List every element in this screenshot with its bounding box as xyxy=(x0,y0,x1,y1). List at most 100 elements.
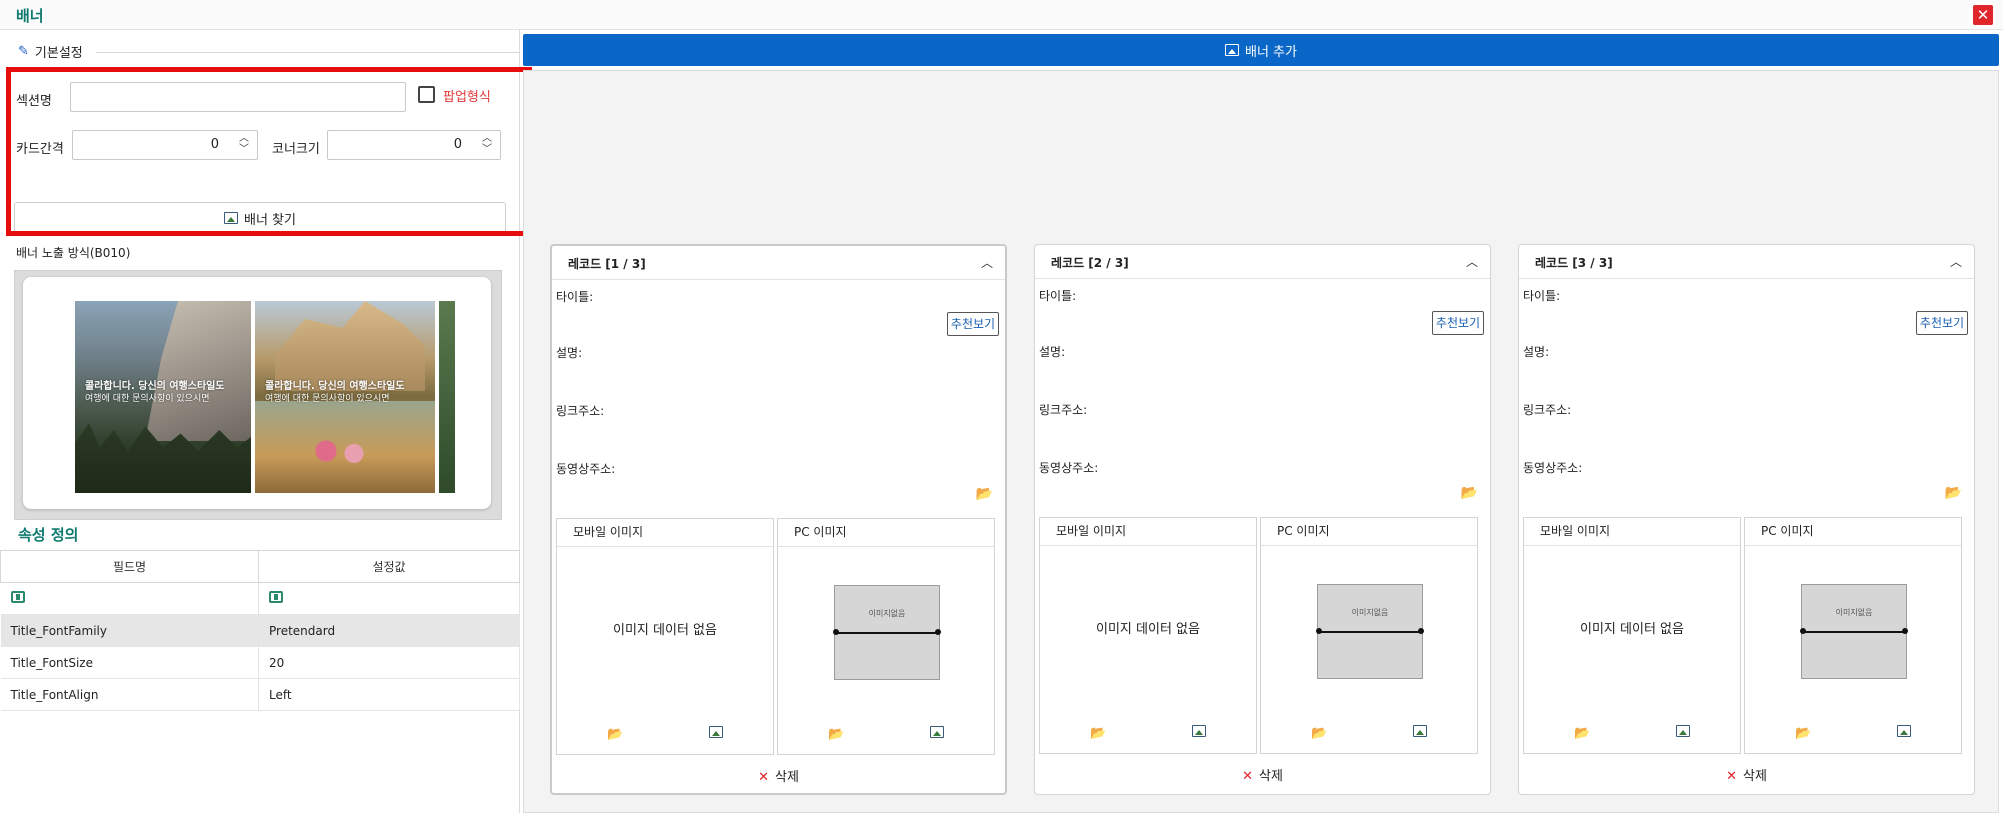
properties-title: 속성 정의 xyxy=(18,526,79,544)
add-banner-button[interactable]: 배너 추가 xyxy=(523,34,1999,66)
record-title: 레코드 [3 / 3] xyxy=(1535,256,1613,270)
preview-card: 콜라합니다. 당신의 여행스타일도 여행에 대한 문의사항이 있으시면 콜라합니… xyxy=(23,277,491,509)
slide2-people xyxy=(305,431,375,481)
mobile-image-box: 모바일 이미지 이미지 데이터 없음 📂 xyxy=(556,518,774,755)
folder-icon[interactable]: 📂 xyxy=(1311,726,1327,741)
record-card-2: 레코드 [2 / 3] ︿ 타이틀: 추천보기 설명: 링크주소: 동영상주소:… xyxy=(1034,244,1491,795)
basic-settings-legend: ✎ 기본설정 xyxy=(18,42,89,61)
image-icon[interactable] xyxy=(1676,725,1690,741)
legend-divider xyxy=(96,52,520,53)
delete-x-icon: ✕ xyxy=(1726,769,1737,784)
highlight-box xyxy=(6,67,532,236)
placeholder-text: 이미지없음 xyxy=(1835,608,1873,617)
desc-label: 설명: xyxy=(1039,345,1066,359)
folder-share-icon[interactable]: 📂 xyxy=(976,486,993,502)
record-card-1: 레코드 [1 / 3] ︿ 타이틀: 추천보기 설명: 링크주소: 동영상주소:… xyxy=(550,244,1007,795)
setting-value-header: 설정값 xyxy=(258,550,520,583)
field-name-cell: Title_FontAlign xyxy=(0,678,259,711)
folder-icon[interactable]: 📂 xyxy=(1574,726,1590,741)
folder-icon[interactable]: 📂 xyxy=(1090,726,1106,741)
recommend-button[interactable]: 추천보기 xyxy=(947,312,999,336)
mobile-image-header: 모바일 이미지 xyxy=(557,519,773,547)
record-header[interactable]: 레코드 [2 / 3] ︿ xyxy=(1035,245,1490,279)
add-banner-label: 배너 추가 xyxy=(1245,44,1297,60)
slide2-text: 콜라합니다. 당신의 여행스타일도 여행에 대한 문의사항이 있으시면 xyxy=(265,381,405,404)
link-label: 링크주소: xyxy=(1039,403,1088,417)
folder-share-icon[interactable]: 📂 xyxy=(1945,485,1962,501)
value-cell[interactable]: Left xyxy=(258,678,520,711)
placeholder-text: 이미지없음 xyxy=(868,609,906,618)
desc-label: 설명: xyxy=(1523,345,1550,359)
image-placeholder: 이미지없음 xyxy=(1316,584,1424,679)
record-card-3: 레코드 [3 / 3] ︿ 타이틀: 추천보기 설명: 링크주소: 동영상주소:… xyxy=(1518,244,1975,795)
image-icon[interactable] xyxy=(709,726,723,742)
pc-image-box: PC 이미지 이미지없음 📂 xyxy=(1744,517,1962,754)
window-title: 배너 xyxy=(16,7,44,25)
delete-button[interactable]: ✕ 삭제 xyxy=(1519,765,1974,784)
folder-icon[interactable]: 📂 xyxy=(1795,726,1811,741)
delete-button[interactable]: ✕ 삭제 xyxy=(1035,765,1490,784)
table-row[interactable]: Title_FontAlign Left xyxy=(0,678,520,711)
filter-icon[interactable] xyxy=(269,591,283,603)
pc-image-header: PC 이미지 xyxy=(1745,518,1961,546)
record-title: 레코드 [1 / 3] xyxy=(568,257,646,271)
pencil-icon: ✎ xyxy=(18,44,29,59)
basic-settings-label: 기본설정 xyxy=(34,46,83,61)
video-label: 동영상주소: xyxy=(1039,461,1099,475)
slide2-cliff xyxy=(275,301,425,391)
mobile-image-box: 모바일 이미지 이미지 데이터 없음 📂 xyxy=(1039,517,1257,754)
folder-share-icon[interactable]: 📂 xyxy=(1461,485,1478,501)
field-name-cell: Title_FontFamily xyxy=(0,614,259,647)
link-label: 링크주소: xyxy=(556,404,605,418)
field-name-header: 필드명 xyxy=(0,550,259,583)
table-row[interactable]: Title_FontFamily Pretendard xyxy=(0,614,520,647)
recommend-button[interactable]: 추천보기 xyxy=(1916,311,1968,335)
close-button[interactable]: ✕ xyxy=(1973,5,1993,25)
preview-slide-2: 콜라합니다. 당신의 여행스타일도 여행에 대한 문의사항이 있으시면 xyxy=(255,301,435,493)
desc-label: 설명: xyxy=(556,346,583,360)
video-label: 동영상주소: xyxy=(1523,461,1583,475)
mobile-image-header: 모바일 이미지 xyxy=(1524,518,1740,546)
value-cell[interactable]: 20 xyxy=(258,646,520,679)
image-icon[interactable] xyxy=(1897,725,1911,741)
image-icon[interactable] xyxy=(1192,725,1206,741)
filter-row[interactable] xyxy=(0,582,520,615)
pc-image-header: PC 이미지 xyxy=(1261,518,1477,546)
chevron-up-icon[interactable]: ︿ xyxy=(1466,253,1478,270)
delete-x-icon: ✕ xyxy=(1242,769,1253,784)
record-title: 레코드 [2 / 3] xyxy=(1051,256,1129,270)
delete-button[interactable]: ✕ 삭제 xyxy=(552,766,1005,785)
title-bar: 배너 ✕ xyxy=(0,0,2003,30)
recommend-button[interactable]: 추천보기 xyxy=(1432,311,1484,335)
chevron-up-icon[interactable]: ︿ xyxy=(1950,253,1962,270)
value-cell[interactable]: Pretendard xyxy=(258,614,520,647)
title-label: 타이틀: xyxy=(1039,289,1077,303)
folder-icon[interactable]: 📂 xyxy=(828,727,844,742)
no-image-text: 이미지 데이터 없음 xyxy=(613,623,717,638)
image-icon xyxy=(1225,44,1239,56)
filter-icon[interactable] xyxy=(10,591,25,603)
no-image-text: 이미지 데이터 없음 xyxy=(1096,622,1200,637)
preview-slide-1: 콜라합니다. 당신의 여행스타일도 여행에 대한 문의사항이 있으시면 xyxy=(75,301,251,493)
banner-mode-label: 배너 노출 방식(B010) xyxy=(16,246,131,260)
field-name-cell: Title_FontSize xyxy=(0,646,259,679)
image-placeholder: 이미지없음 xyxy=(1800,584,1908,679)
title-label: 타이틀: xyxy=(556,290,594,304)
table-row[interactable]: Title_FontSize 20 xyxy=(0,646,520,679)
no-image-text: 이미지 데이터 없음 xyxy=(1580,622,1684,637)
video-label: 동영상주소: xyxy=(556,462,616,476)
slide1-text: 콜라합니다. 당신의 여행스타일도 여행에 대한 문의사항이 있으시면 xyxy=(85,381,225,404)
image-icon[interactable] xyxy=(1413,725,1427,741)
chevron-up-icon[interactable]: ︿ xyxy=(981,254,993,271)
preview-slide-3 xyxy=(439,301,455,493)
delete-x-icon: ✕ xyxy=(758,770,769,785)
pc-image-box: PC 이미지 이미지없음 📂 xyxy=(1260,517,1478,754)
folder-icon[interactable]: 📂 xyxy=(607,727,623,742)
pc-image-header: PC 이미지 xyxy=(778,519,994,547)
title-label: 타이틀: xyxy=(1523,289,1561,303)
record-header[interactable]: 레코드 [1 / 3] ︿ xyxy=(552,246,1005,280)
placeholder-text: 이미지없음 xyxy=(1351,608,1389,617)
record-header[interactable]: 레코드 [3 / 3] ︿ xyxy=(1519,245,1974,279)
pc-image-box: PC 이미지 이미지없음 📂 xyxy=(777,518,995,755)
image-icon[interactable] xyxy=(930,726,944,742)
